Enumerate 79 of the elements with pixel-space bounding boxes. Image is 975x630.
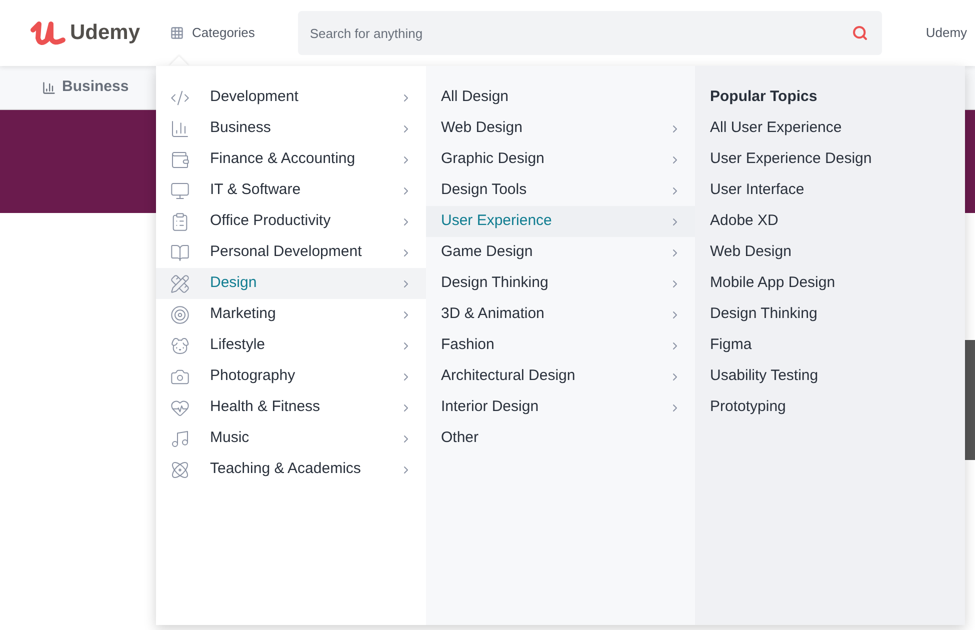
wallet-icon xyxy=(170,150,190,170)
clipboard-list-icon xyxy=(170,212,190,232)
search-icon[interactable] xyxy=(852,25,868,41)
category-label: Lifestyle xyxy=(210,335,266,356)
category-label: Development xyxy=(210,87,300,108)
topic-link[interactable]: All User Experience xyxy=(710,113,965,144)
logo-wordmark[interactable]: Udemy xyxy=(70,17,140,49)
topic-link[interactable]: User Experience Design xyxy=(710,144,965,175)
subcategory-label: All Design xyxy=(441,87,510,108)
subcategory-label: User Experience xyxy=(441,211,553,232)
pencil-ruler-icon xyxy=(170,274,190,294)
subcategory-label: Other xyxy=(441,428,480,448)
subcategory-item[interactable]: Other xyxy=(426,423,695,454)
subcategory-label: Fashion xyxy=(441,335,496,356)
category-item[interactable]: Design xyxy=(156,268,426,299)
subcategory-item[interactable]: Design Thinking xyxy=(426,268,695,299)
topic-link[interactable]: Mobile App Design xyxy=(710,268,965,299)
subcategory-item[interactable]: Web Design xyxy=(426,113,695,144)
category-item[interactable]: Finance & Accounting xyxy=(156,144,426,175)
subcategory-item[interactable]: 3D & Animation xyxy=(426,299,695,330)
atom-icon xyxy=(170,460,190,480)
subcategory-item[interactable]: Graphic Design xyxy=(426,144,695,175)
subnav-link[interactable]: Business xyxy=(42,76,129,99)
subcategory-item[interactable]: Fashion xyxy=(426,330,695,361)
category-label: Music xyxy=(210,428,250,448)
subcategory-item[interactable]: User Experience xyxy=(426,206,695,237)
category-label: Business xyxy=(210,118,272,138)
category-label: IT & Software xyxy=(210,180,302,200)
search-field[interactable]: Search for anything xyxy=(298,11,882,55)
target-icon xyxy=(170,304,190,324)
bar-chart-icon xyxy=(170,118,190,138)
category-label: Health & Fitness xyxy=(210,397,322,418)
category-label: Marketing xyxy=(210,304,277,324)
topics-heading: Popular Topics xyxy=(710,87,818,108)
topic-link[interactable]: Usability Testing xyxy=(710,361,965,392)
topic-link[interactable]: Web Design xyxy=(710,237,965,268)
category-item[interactable]: Office Productivity xyxy=(156,206,426,237)
topic-link[interactable]: Design Thinking xyxy=(710,299,965,330)
subcategory-label: Design Tools xyxy=(441,180,528,200)
topic-link[interactable]: Prototyping xyxy=(710,392,965,423)
category-item[interactable]: Personal Development xyxy=(156,237,426,268)
category-item[interactable]: Photography xyxy=(156,361,426,392)
subcategory-label: Architectural Design xyxy=(441,366,576,386)
topic-link[interactable]: User Interface xyxy=(710,175,965,206)
subcategory-label: Interior Design xyxy=(441,397,540,418)
music-note-icon xyxy=(170,428,190,448)
category-item[interactable]: Health & Fitness xyxy=(156,392,426,423)
book-icon xyxy=(170,242,190,262)
subcategory-label: Design Thinking xyxy=(441,273,550,294)
subcategory-item[interactable]: All Design xyxy=(426,82,695,113)
topic-link[interactable]: Figma xyxy=(710,330,965,361)
subcategory-item[interactable]: Game Design xyxy=(426,237,695,268)
category-label: Photography xyxy=(210,366,296,386)
nav-link[interactable]: Udemy xyxy=(926,23,968,43)
grid-icon xyxy=(170,26,184,40)
subcategory-item[interactable]: Design Tools xyxy=(426,175,695,206)
category-item[interactable]: Business xyxy=(156,113,426,144)
category-item[interactable]: Lifestyle xyxy=(156,330,426,361)
dog-icon xyxy=(170,336,190,356)
bar-chart-icon xyxy=(42,80,56,94)
category-label: Finance & Accounting xyxy=(210,149,356,170)
category-label: Office Productivity xyxy=(210,211,332,232)
category-label: Personal Development xyxy=(210,242,363,262)
subcategory-label: 3D & Animation xyxy=(441,304,546,324)
subcategory-label: Game Design xyxy=(441,242,534,262)
category-label: Teaching & Academics xyxy=(210,459,362,480)
category-item[interactable]: Development xyxy=(156,82,426,113)
subcategory-item[interactable]: Interior Design xyxy=(426,392,695,423)
monitor-icon xyxy=(170,180,190,200)
topic-link[interactable]: Adobe XD xyxy=(710,206,965,237)
categories-button[interactable]: Categories xyxy=(170,23,255,43)
category-label: Design xyxy=(210,273,258,294)
category-item[interactable]: Music xyxy=(156,423,426,454)
subcategory-item[interactable]: Architectural Design xyxy=(426,361,695,392)
subcategory-label: Web Design xyxy=(441,118,524,138)
category-item[interactable]: Teaching & Academics xyxy=(156,454,426,485)
category-item[interactable]: IT & Software xyxy=(156,175,426,206)
category-item[interactable]: Marketing xyxy=(156,299,426,330)
subcategory-label: Graphic Design xyxy=(441,149,546,170)
